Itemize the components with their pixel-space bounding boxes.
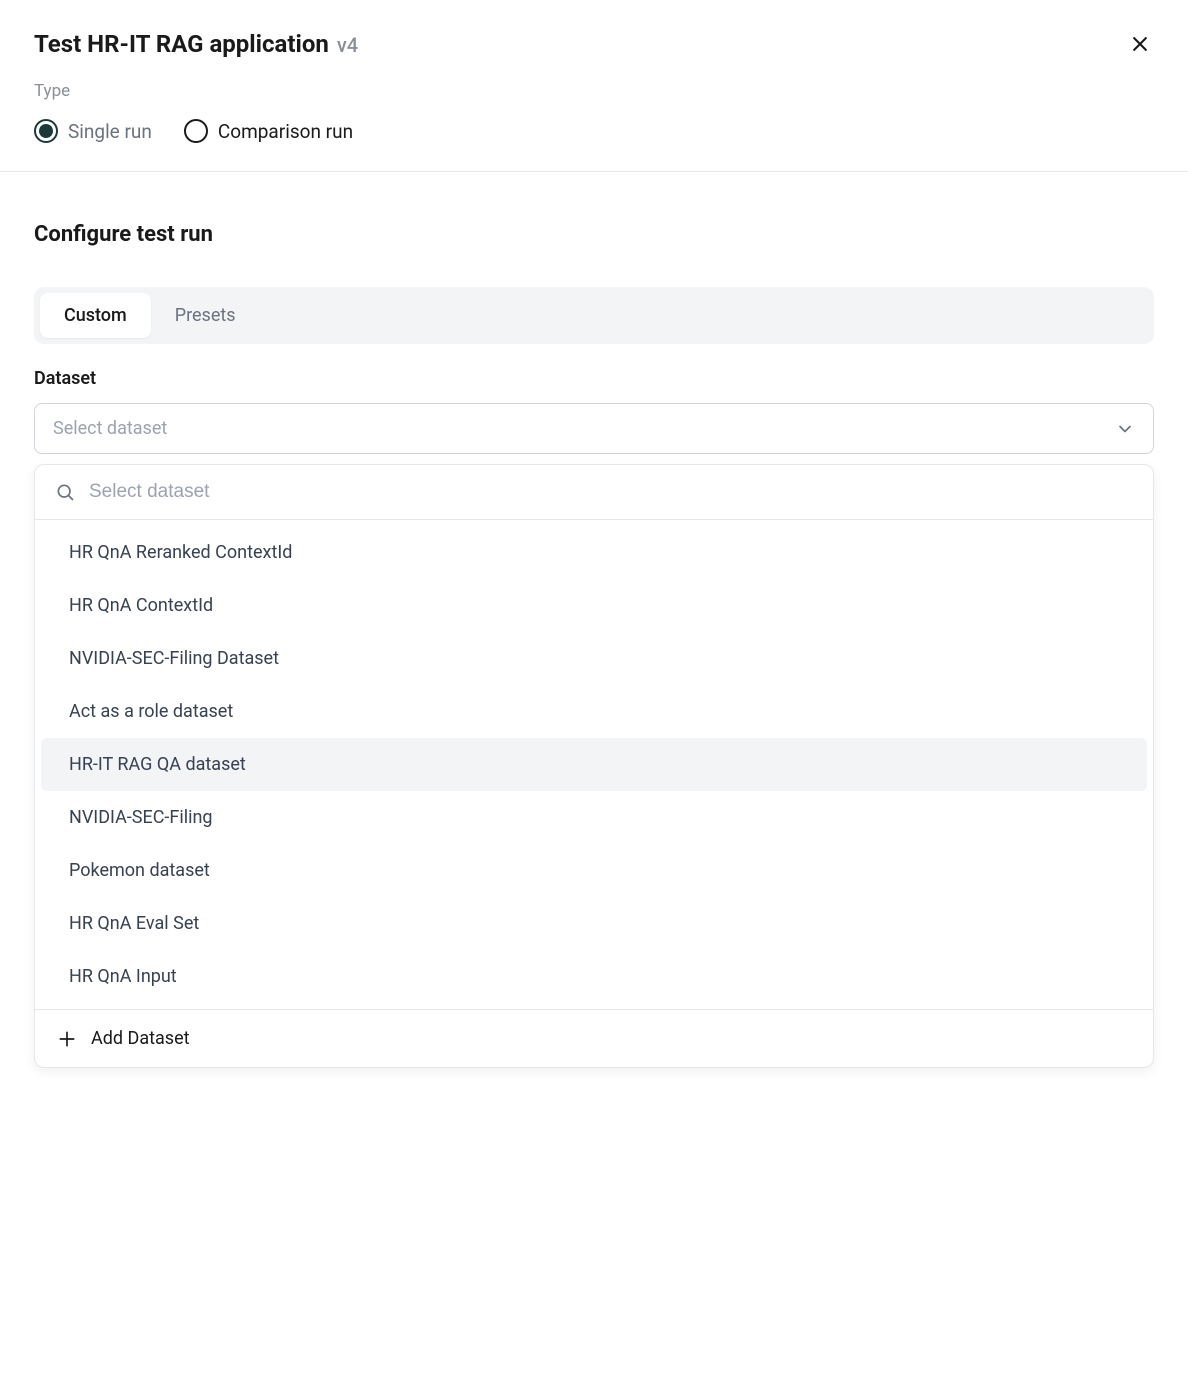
radio-label: Single run — [68, 120, 152, 143]
dataset-option[interactable]: HR QnA Eval Set — [41, 897, 1147, 950]
add-dataset-button[interactable]: Add Dataset — [35, 1009, 1153, 1067]
type-section: Type Single run Comparison run — [0, 81, 1188, 171]
config-tabs: Custom Presets — [34, 287, 1154, 344]
dataset-option[interactable]: HR QnA Input — [41, 950, 1147, 1003]
dataset-option[interactable]: Act as a role dataset — [41, 685, 1147, 738]
radio-comparison-run[interactable]: Comparison run — [184, 119, 353, 143]
type-label: Type — [34, 81, 1154, 101]
title-wrap: Test HR-IT RAG application v4 — [34, 30, 358, 58]
radio-icon — [184, 119, 208, 143]
dataset-option[interactable]: HR QnA Reranked ContextId — [41, 526, 1147, 579]
dropdown-search-input[interactable] — [89, 481, 1133, 503]
dataset-option[interactable]: HR-IT RAG QA dataset — [41, 738, 1147, 791]
dataset-select-trigger[interactable]: Select dataset — [34, 403, 1154, 454]
tab-presets[interactable]: Presets — [151, 293, 260, 338]
add-dataset-label: Add Dataset — [91, 1028, 190, 1049]
dropdown-search-row — [35, 465, 1153, 520]
dataset-option[interactable]: Pokemon dataset — [41, 844, 1147, 897]
section-title: Configure test run — [34, 222, 1154, 247]
plus-icon — [57, 1029, 77, 1049]
run-type-radio-group: Single run Comparison run — [34, 119, 1154, 143]
dataset-dropdown: HR QnA Reranked ContextId HR QnA Context… — [34, 464, 1154, 1068]
radio-icon — [34, 119, 58, 143]
dataset-option[interactable]: NVIDIA-SEC-Filing Dataset — [41, 632, 1147, 685]
dataset-option[interactable]: NVIDIA-SEC-Filing — [41, 791, 1147, 844]
tab-custom[interactable]: Custom — [40, 293, 151, 338]
radio-label: Comparison run — [218, 120, 353, 143]
close-icon — [1130, 34, 1150, 54]
select-placeholder: Select dataset — [53, 418, 167, 439]
chevron-down-icon — [1115, 419, 1135, 439]
version-badge: v4 — [337, 33, 358, 57]
dataset-option[interactable]: HR QnA ContextId — [41, 579, 1147, 632]
modal-title: Test HR-IT RAG application — [34, 30, 329, 58]
configure-section: Configure test run Custom Presets Datase… — [0, 172, 1188, 1068]
search-icon — [55, 482, 75, 502]
dataset-field-label: Dataset — [34, 368, 1154, 389]
modal-header: Test HR-IT RAG application v4 — [0, 0, 1188, 81]
radio-single-run[interactable]: Single run — [34, 119, 152, 143]
dropdown-options: HR QnA Reranked ContextId HR QnA Context… — [35, 520, 1153, 1009]
close-button[interactable] — [1126, 30, 1154, 61]
